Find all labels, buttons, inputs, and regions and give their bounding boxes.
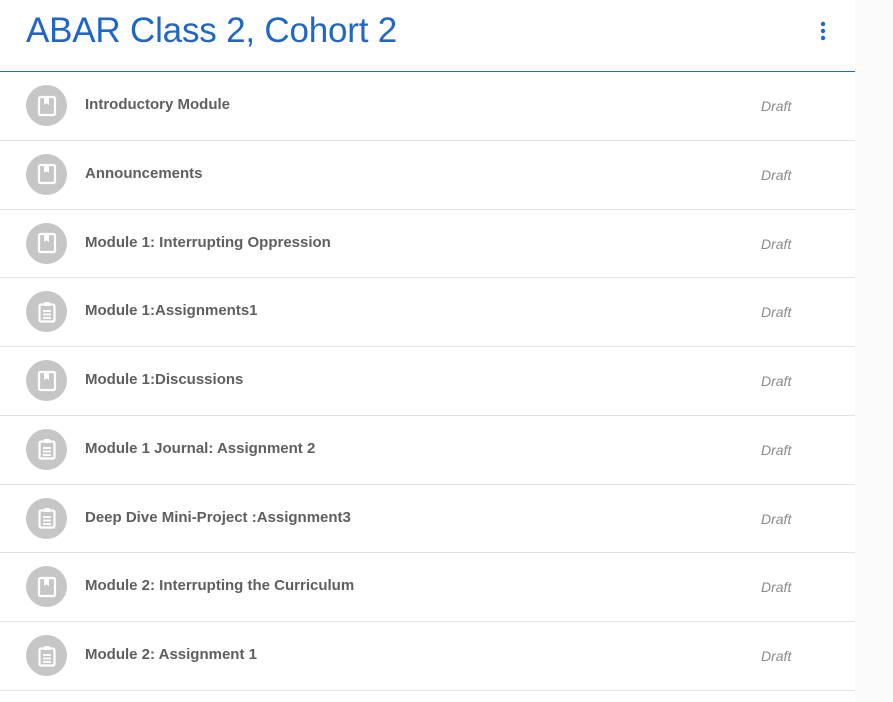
topic-status: Draft <box>761 166 792 183</box>
topic-type-icon <box>26 635 67 676</box>
topic-status: Draft <box>761 579 792 596</box>
assignment-icon <box>37 439 56 460</box>
material-icon <box>37 576 56 597</box>
topic-row[interactable]: Module 1: Interrupting Oppression Draft <box>0 210 855 279</box>
topic-title: Module 2: Interrupting the Curriculum <box>85 577 355 595</box>
topic-row[interactable]: Module 1:Discussions Draft <box>0 347 855 416</box>
topic-type-icon <box>26 153 67 195</box>
topic-title: Deep Dive Mini-Project :Assignment3 <box>85 508 351 526</box>
assignment-icon <box>37 508 56 529</box>
topic-status: Draft <box>761 235 792 252</box>
topic-row[interactable]: Announcements Draft <box>0 141 855 210</box>
topic-title: Introductory Module <box>85 96 230 113</box>
topic-title: Module 1 Journal: Assignment 2 <box>85 439 316 457</box>
topic-row[interactable]: Module 2: Assignment 1 Draft <box>0 622 855 691</box>
classwork-page: ABAR Class 2, Cohort 2 Introductory Modu… <box>0 0 893 702</box>
assignment-icon <box>37 645 56 667</box>
topic-title: Announcements <box>85 164 203 182</box>
topic-title: Module 2: Assignment 1 <box>85 646 257 663</box>
topic-title: Module 1: Interrupting Oppression <box>85 233 331 251</box>
more-options-button[interactable] <box>809 15 837 47</box>
topic-status: Draft <box>761 510 792 527</box>
topic-status: Draft <box>761 648 792 664</box>
topic-status: Draft <box>761 98 792 114</box>
material-icon <box>37 164 56 185</box>
topic-type-icon <box>26 497 67 539</box>
right-gutter <box>855 0 893 702</box>
topic-type-icon <box>26 291 67 333</box>
class-header: ABAR Class 2, Cohort 2 <box>0 0 855 72</box>
topic-type-icon <box>26 566 67 608</box>
more-vertical-icon <box>820 21 826 41</box>
material-icon <box>37 95 56 116</box>
topic-row[interactable]: Introductory Module Draft <box>0 72 855 141</box>
topic-title: Module 1:Discussions <box>85 371 244 388</box>
assignment-icon <box>37 301 56 323</box>
material-icon <box>37 370 56 391</box>
topic-type-icon <box>26 428 67 470</box>
topic-status: Draft <box>761 441 792 458</box>
topic-row[interactable]: Deep Dive Mini-Project :Assignment3 Draft <box>0 485 855 554</box>
topic-status: Draft <box>761 304 792 321</box>
topic-type-icon <box>26 222 67 264</box>
topic-row[interactable]: Module 1 Journal: Assignment 2 Draft <box>0 416 855 485</box>
material-icon <box>37 232 56 254</box>
topic-type-icon <box>26 360 67 401</box>
class-title: ABAR Class 2, Cohort 2 <box>26 11 398 50</box>
topic-type-icon <box>26 85 67 126</box>
topic-list: Introductory Module Draft Announcements Dra… <box>0 72 855 691</box>
topic-row[interactable]: Module 2: Interrupting the Curriculum Dra… <box>0 553 855 622</box>
topic-title: Module 1:Assignments1 <box>85 302 258 320</box>
topic-row[interactable]: Module 1:Assignments1 Draft <box>0 278 855 347</box>
topic-status: Draft <box>761 373 792 389</box>
